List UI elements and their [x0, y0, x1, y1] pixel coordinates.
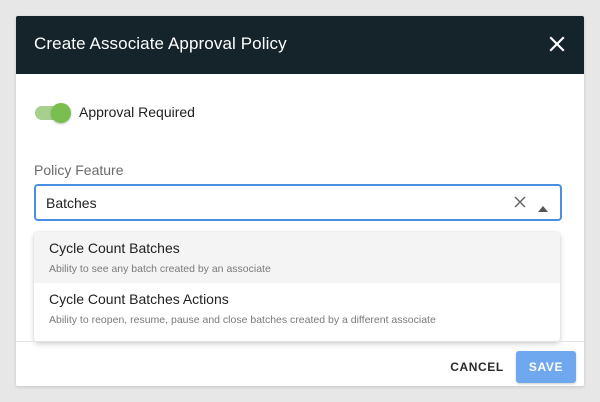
approval-policy-dialog: Create Associate Approval Policy Approva…	[16, 16, 584, 386]
footer-divider	[16, 341, 584, 342]
approval-required-label: Approval Required	[79, 104, 195, 120]
option-title: Cycle Count Batches Actions	[49, 291, 229, 307]
policy-feature-dropdown: Cycle Count Batches Ability to see any b…	[34, 232, 560, 342]
option-cycle-count-batches-actions[interactable]: Cycle Count Batches Actions Ability to r…	[34, 283, 560, 334]
clear-icon[interactable]	[513, 195, 527, 209]
dialog-header: Create Associate Approval Policy	[16, 16, 584, 74]
save-button[interactable]: SAVE	[516, 351, 576, 383]
option-description: Ability to see any batch created by an a…	[49, 263, 271, 275]
toggle-thumb	[51, 103, 71, 123]
cancel-button[interactable]: CANCEL	[441, 351, 513, 383]
close-icon[interactable]	[548, 35, 566, 53]
policy-feature-input[interactable]: Batches	[46, 195, 97, 211]
dialog-title: Create Associate Approval Policy	[34, 34, 287, 53]
approval-required-toggle[interactable]	[35, 103, 71, 123]
option-description: Ability to reopen, resume, pause and clo…	[49, 314, 436, 326]
arrow-up-icon[interactable]	[538, 199, 548, 212]
option-cycle-count-batches[interactable]: Cycle Count Batches Ability to see any b…	[34, 232, 560, 283]
option-title: Cycle Count Batches	[49, 240, 180, 256]
policy-feature-label: Policy Feature	[34, 162, 124, 178]
policy-feature-select[interactable]: Batches	[34, 184, 562, 221]
